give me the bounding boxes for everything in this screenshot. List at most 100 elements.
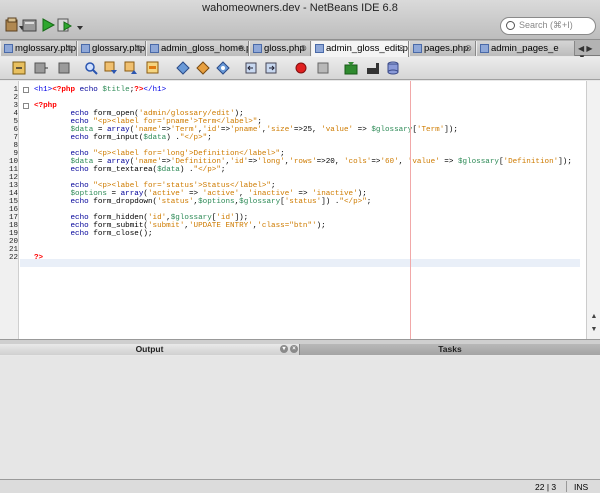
previous-bookmark-icon[interactable] <box>176 61 190 75</box>
database-icon[interactable] <box>386 61 400 75</box>
find-previous-icon[interactable] <box>104 61 118 75</box>
start-macro-icon[interactable] <box>294 61 308 75</box>
code-token: ; <box>207 134 212 142</box>
close-tab-icon[interactable]: ⊗ <box>397 43 405 54</box>
code-token: "<p><label for='pname'>Term</label>" <box>93 118 258 126</box>
shift-right-icon[interactable] <box>264 61 278 75</box>
code-token: => <box>439 158 458 166</box>
code-token: $glossary <box>457 158 499 166</box>
close-tab-icon[interactable]: ⊗ <box>134 43 142 54</box>
line-number: 21 <box>8 246 18 254</box>
close-panel-icon[interactable]: × <box>290 345 298 353</box>
code-line[interactable]: echo form_input($data) ."</p>"; <box>34 134 212 142</box>
code-token: ; <box>257 118 262 126</box>
php-file-icon <box>480 44 489 53</box>
code-token: ]); <box>444 126 458 134</box>
tab-admin-pages-edit[interactable]: admin_pages_e <box>476 41 575 56</box>
toggle-bookmark-icon[interactable] <box>216 61 230 75</box>
code-token: 'submit' <box>147 222 185 230</box>
code-line[interactable]: ?> <box>34 254 43 262</box>
toggle-highlight-icon[interactable] <box>146 61 160 75</box>
code-line[interactable]: $data = array('name'=>'Definition','id'=… <box>34 158 571 166</box>
tab-scroll-buttons[interactable]: ◀ ▶ ▼ <box>575 41 600 62</box>
code-line[interactable]: echo "<p><label for='pname'>Term</label>… <box>34 118 262 126</box>
code-line[interactable]: echo form_close(); <box>34 230 152 238</box>
code-line[interactable]: echo form_dropdown('status',$options,$gl… <box>34 198 371 206</box>
code-token: </h1> <box>143 86 167 94</box>
code-token: 'id' <box>202 126 221 134</box>
tab-admin-gloss-home[interactable]: admin_gloss_home.php ⊗ <box>146 41 249 56</box>
code-line[interactable]: echo form_hidden('id',$glossary['id']); <box>34 214 248 222</box>
find-next-icon[interactable] <box>124 61 138 75</box>
code-token: 'id' <box>216 214 235 222</box>
code-editor[interactable]: 1 2 3 4 5 6 7 8 9 10 11 12 13 14 15 16 1… <box>0 81 600 339</box>
tab-pages[interactable]: pages.php ⊗ <box>409 41 476 56</box>
code-token: <?php <box>52 86 80 94</box>
stop-macro-icon[interactable] <box>316 61 330 75</box>
code-token: $data <box>70 126 94 134</box>
scroll-up-icon[interactable]: ▲ <box>587 313 600 325</box>
code-token: ]); <box>234 214 249 222</box>
tab-admin-gloss-edit[interactable]: admin_gloss_edit.php ⊗ <box>311 41 409 57</box>
tab-output[interactable]: Output ▾ × <box>0 344 300 355</box>
debug-dropdown-icon[interactable] <box>72 17 88 33</box>
fold-marker-icon[interactable] <box>23 103 29 109</box>
code-token: = <box>93 158 107 166</box>
code-line[interactable]: echo "<p><label for='long'>Definition</l… <box>34 150 284 158</box>
uncomment-icon[interactable] <box>366 61 380 75</box>
close-tab-icon[interactable]: ⊗ <box>65 43 73 54</box>
tab-mglossary[interactable]: mglossary.php ⊗ <box>0 41 77 56</box>
code-token: 'value' <box>407 158 440 166</box>
close-tab-icon[interactable]: ⊗ <box>464 43 472 54</box>
shift-left-icon[interactable] <box>244 61 258 75</box>
php-file-icon <box>253 44 262 53</box>
back-icon[interactable] <box>34 61 48 75</box>
tab-tasks[interactable]: Tasks <box>300 344 600 355</box>
code-token: =>20, <box>316 158 344 166</box>
close-tab-icon[interactable]: ⊗ <box>299 43 307 54</box>
run-icon[interactable] <box>40 17 56 33</box>
code-token: $glossary <box>239 198 281 206</box>
code-token: 'status' <box>284 198 322 206</box>
next-bookmark-icon[interactable] <box>196 61 210 75</box>
code-line[interactable]: echo form_open('admin/glossary/edit'); <box>34 110 244 118</box>
code-token: echo <box>70 182 94 190</box>
code-token: ); <box>234 110 244 118</box>
code-token: 'id' <box>147 214 167 222</box>
close-tab-icon[interactable]: ⊗ <box>237 43 245 54</box>
scroll-down-icon[interactable]: ▼ <box>587 326 600 338</box>
code-token: 'long' <box>257 158 285 166</box>
code-token: $data <box>157 166 180 174</box>
forward-icon[interactable] <box>56 61 70 75</box>
last-edit-icon[interactable] <box>12 61 26 75</box>
vertical-scrollbar[interactable]: ▲ ▼ <box>586 81 600 339</box>
code-token: 'rows' <box>289 158 317 166</box>
code-token: form_submit( <box>93 222 148 230</box>
find-selection-icon[interactable] <box>84 61 98 75</box>
output-pane[interactable] <box>0 356 600 479</box>
tab-gloss[interactable]: gloss.php ⊗ <box>249 41 311 56</box>
code-token: => <box>293 190 313 198</box>
tab-glossary[interactable]: glossary.php ⊗ <box>77 41 146 56</box>
fold-marker-icon[interactable] <box>23 87 29 93</box>
code-token: = <box>93 126 107 134</box>
line-number: 22 <box>8 254 18 262</box>
code-line[interactable]: echo "<p><label for='status'>Status</lab… <box>34 182 275 190</box>
code-line[interactable]: <?php <box>34 102 57 110</box>
code-line[interactable]: echo form_submit('submit','UPDATE ENTRY'… <box>34 222 325 230</box>
open-project-icon[interactable] <box>22 17 38 33</box>
code-token: "</p>" <box>179 134 208 142</box>
minimize-panel-icon[interactable]: ▾ <box>280 345 288 353</box>
debug-icon[interactable] <box>57 17 73 33</box>
code-token: "<p><label for='long'>Definition</label>… <box>93 150 281 158</box>
comment-icon[interactable] <box>344 61 358 75</box>
code-line[interactable]: $data = array('name'=>'Term','id'=>'pnam… <box>34 126 458 134</box>
code-line[interactable]: <h1><?php echo $title;?></h1> <box>34 86 166 94</box>
code-line[interactable]: echo form_textarea($data) ."</p>"; <box>34 166 225 174</box>
search-input[interactable]: Search (⌘+I) <box>500 17 596 35</box>
code-line[interactable]: $options = array('active' => 'active', '… <box>34 190 366 198</box>
